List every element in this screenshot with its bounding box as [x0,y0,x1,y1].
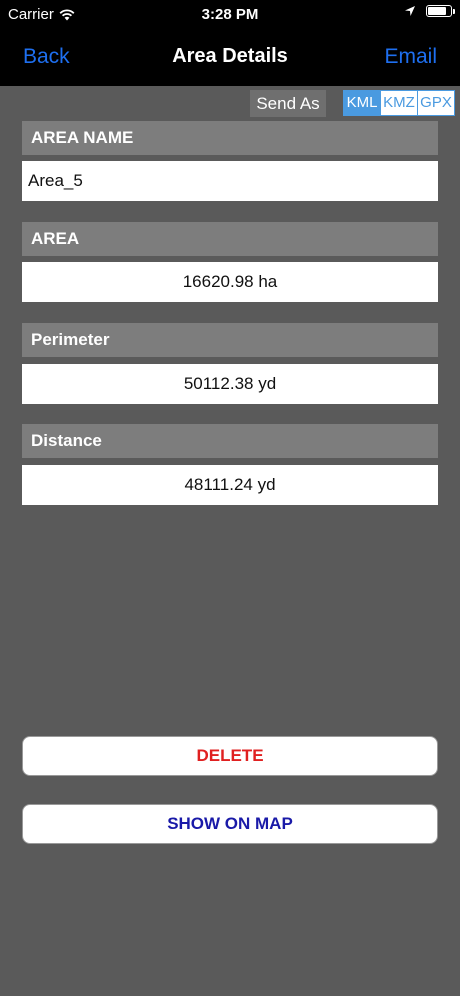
area-name-header: AREA NAME [22,121,438,155]
show-on-map-button[interactable]: SHOW ON MAP [22,804,438,844]
format-option-gpx[interactable]: GPX [417,91,454,115]
format-option-kml[interactable]: KML [344,91,380,115]
navigation-bar: Back Area Details Email [0,30,460,86]
email-button[interactable]: Email [384,45,437,69]
perimeter-header: Perimeter [22,323,438,357]
status-bar: Carrier 3:28 PM [0,0,460,30]
area-header: AREA [22,222,438,256]
perimeter-value: 50112.38 yd [22,364,438,404]
distance-value: 48111.24 yd [22,465,438,505]
distance-header: Distance [22,424,438,458]
delete-button[interactable]: DELETE [22,736,438,776]
status-right [404,5,455,17]
location-arrow-icon [405,6,415,16]
area-name-input[interactable]: Area_5 [22,161,438,201]
send-as-label: Send As [250,90,326,117]
battery-icon [426,5,455,17]
status-time: 3:28 PM [201,6,259,23]
format-option-kmz[interactable]: KMZ [380,91,417,115]
format-segmented-control: KML KMZ GPX [343,90,455,116]
area-value: 16620.98 ha [22,262,438,302]
